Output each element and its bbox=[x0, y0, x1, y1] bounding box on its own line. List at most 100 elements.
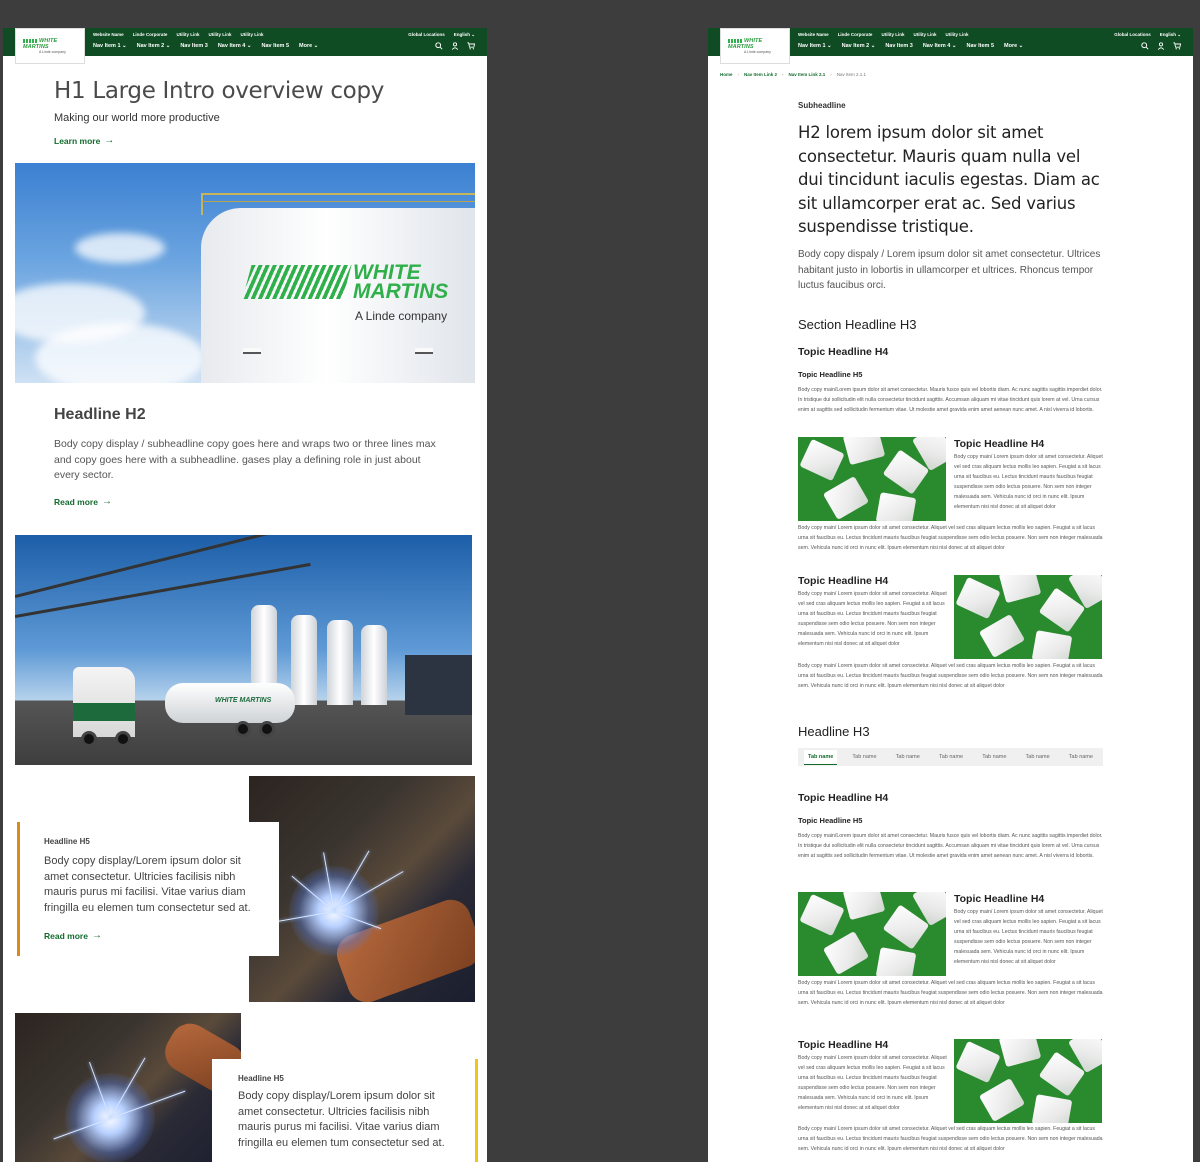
utility-link[interactable]: Utility Link bbox=[240, 32, 263, 37]
utility-link[interactable]: Utility Link bbox=[176, 32, 199, 37]
read-more-link[interactable]: Read more → bbox=[54, 496, 112, 507]
user-icon[interactable] bbox=[451, 42, 459, 50]
nav-item[interactable]: Nav Item 1 ⌄ bbox=[798, 43, 832, 49]
cart-icon[interactable] bbox=[1173, 42, 1181, 50]
breadcrumb: Home › Nav Item Link 2 › Nav Item Link 2.1… bbox=[720, 72, 866, 77]
topic-headline-h5: Topic Headline H5 bbox=[798, 370, 863, 379]
topic-headline-h4: Topic Headline H4 bbox=[954, 893, 1045, 905]
card-accent-bar bbox=[475, 1059, 478, 1162]
topic-headline-h4: Topic Headline H4 bbox=[798, 792, 889, 804]
nav-item[interactable]: Nav Item 5 bbox=[261, 43, 289, 49]
nav-item[interactable]: Nav Item 4 ⌄ bbox=[218, 43, 252, 49]
read-more-link[interactable]: Read more → bbox=[44, 930, 266, 941]
silo bbox=[327, 620, 353, 705]
hero-image-tank: WHITE MARTINS A Linde company bbox=[15, 163, 475, 383]
image-ice bbox=[798, 437, 946, 521]
breadcrumb-link[interactable]: Nav Item Link 2.1 bbox=[789, 72, 826, 77]
logo-sub: A Linde company bbox=[744, 50, 771, 54]
tank-vent bbox=[415, 348, 433, 354]
media-body-cont: Body copy main/ Lorem ipsum dolor sit am… bbox=[798, 525, 1103, 551]
building bbox=[405, 655, 472, 715]
wheel bbox=[81, 731, 97, 747]
nav-item[interactable]: Nav Item 2 ⌄ bbox=[137, 43, 171, 49]
language-select[interactable]: English ⌄ bbox=[454, 32, 475, 38]
tab-item[interactable]: Tab name bbox=[892, 750, 924, 764]
media-body-cont: Body copy main/ Lorem ipsum dolor sit am… bbox=[798, 980, 1103, 1006]
topic-headline-h4: Topic Headline H4 bbox=[798, 346, 889, 358]
tab-item[interactable]: Tab name bbox=[1022, 750, 1054, 764]
card-headline: Headline H5 bbox=[44, 837, 90, 846]
card-accent-bar bbox=[17, 822, 20, 956]
learn-more-link[interactable]: Learn more → bbox=[54, 135, 114, 146]
image-ice bbox=[954, 1039, 1102, 1123]
nav-item[interactable]: Nav Item 3 bbox=[885, 43, 913, 49]
utility-link[interactable]: Utility Link bbox=[913, 32, 936, 37]
topic-headline-h4: Topic Headline H4 bbox=[798, 1039, 889, 1051]
article-headline: H2 lorem ipsum dolor sit amet consectetu… bbox=[798, 123, 1100, 236]
wheel bbox=[235, 721, 251, 737]
card-body: Body copy display/Lorem ipsum dolor sit … bbox=[238, 1090, 445, 1149]
nav-item[interactable]: Nav Item 5 bbox=[966, 43, 994, 49]
utility-link[interactable]: Utility Link bbox=[881, 32, 904, 37]
nav-item-more[interactable]: More ⌄ bbox=[299, 43, 318, 49]
image-welding bbox=[249, 776, 475, 1002]
utility-link[interactable]: Linde Corporate bbox=[838, 32, 873, 37]
header-icons bbox=[1141, 42, 1181, 50]
section-headline: Headline H2 bbox=[54, 406, 146, 423]
logo[interactable]: WHITE MARTINS A Linde company bbox=[720, 28, 790, 64]
utility-link[interactable]: Website Name bbox=[93, 32, 124, 37]
card-headline: Headline H5 bbox=[238, 1074, 284, 1083]
utility-link[interactable]: Website Name bbox=[798, 32, 829, 37]
language-select[interactable]: English ⌄ bbox=[1160, 32, 1181, 38]
main-nav: Nav Item 1 ⌄ Nav Item 2 ⌄ Nav Item 3 Nav… bbox=[93, 43, 318, 49]
subheadline: Subheadline bbox=[798, 101, 846, 110]
search-icon[interactable] bbox=[1141, 42, 1149, 50]
search-icon[interactable] bbox=[435, 42, 443, 50]
media-text: Topic Headline H4 Body copy main/ Lorem … bbox=[798, 575, 948, 659]
logo[interactable]: WHITE MARTINS A Linde company bbox=[15, 28, 85, 64]
nav-item[interactable]: Nav Item 2 ⌄ bbox=[842, 43, 876, 49]
cloud bbox=[35, 323, 205, 383]
global-locations-link[interactable]: Global Locations bbox=[408, 32, 445, 38]
breadcrumb-current: Nav Item 2.1.1 bbox=[836, 72, 867, 77]
tank-vent bbox=[243, 348, 261, 354]
cart-icon[interactable] bbox=[467, 42, 475, 50]
brand-stripes-icon bbox=[242, 265, 352, 299]
utility-link[interactable]: Utility Link bbox=[208, 32, 231, 37]
utility-link[interactable]: Linde Corporate bbox=[133, 32, 168, 37]
silo bbox=[361, 625, 387, 705]
tab-item[interactable]: Tab name bbox=[848, 750, 880, 764]
tank-logo-text: WHITE MARTINS bbox=[353, 261, 449, 303]
utility-link[interactable]: Utility Link bbox=[945, 32, 968, 37]
landing-page-mockup: WHITE MARTINS A Linde company Website Na… bbox=[3, 28, 487, 1162]
nav-item-more[interactable]: More ⌄ bbox=[1004, 43, 1023, 49]
user-icon[interactable] bbox=[1157, 42, 1165, 50]
section-headline: Section Headline H3 bbox=[798, 317, 917, 332]
global-locations-link[interactable]: Global Locations bbox=[1114, 32, 1151, 38]
image-ice bbox=[798, 892, 946, 976]
silo bbox=[291, 615, 317, 705]
utility-right: Global Locations English ⌄ bbox=[1114, 32, 1181, 38]
nav-item[interactable]: Nav Item 3 bbox=[180, 43, 208, 49]
truck-cab bbox=[73, 667, 135, 737]
chevron-right-icon: › bbox=[830, 72, 832, 77]
wheel bbox=[259, 721, 275, 737]
chevron-right-icon: › bbox=[737, 72, 740, 77]
breadcrumb-link[interactable]: Nav Item Link 2 bbox=[744, 72, 777, 77]
breadcrumb-link[interactable]: Home bbox=[720, 72, 733, 77]
nav-item[interactable]: Nav Item 4 ⌄ bbox=[923, 43, 957, 49]
media-body: Body copy main/ Lorem ipsum dolor sit am… bbox=[798, 591, 947, 647]
tab-item[interactable]: Tab name bbox=[804, 749, 838, 765]
cloud bbox=[75, 233, 165, 263]
media-body: Body copy main/ Lorem ipsum dolor sit am… bbox=[954, 909, 1103, 965]
page-title: H1 Large Intro overview copy bbox=[54, 78, 385, 104]
nav-item[interactable]: Nav Item 1 ⌄ bbox=[93, 43, 127, 49]
tab-item[interactable]: Tab name bbox=[935, 750, 967, 764]
intro-subtitle: Making our world more productive bbox=[54, 112, 220, 124]
tab-item[interactable]: Tab name bbox=[978, 750, 1010, 764]
truck-stripe bbox=[73, 703, 135, 721]
truck-logo: WHITE MARTINS bbox=[215, 697, 272, 704]
chevron-right-icon: › bbox=[782, 72, 784, 77]
tab-item[interactable]: Tab name bbox=[1065, 750, 1097, 764]
topic-paragraph: Body copy main/Lorem ipsum dolor sit ame… bbox=[798, 833, 1103, 859]
